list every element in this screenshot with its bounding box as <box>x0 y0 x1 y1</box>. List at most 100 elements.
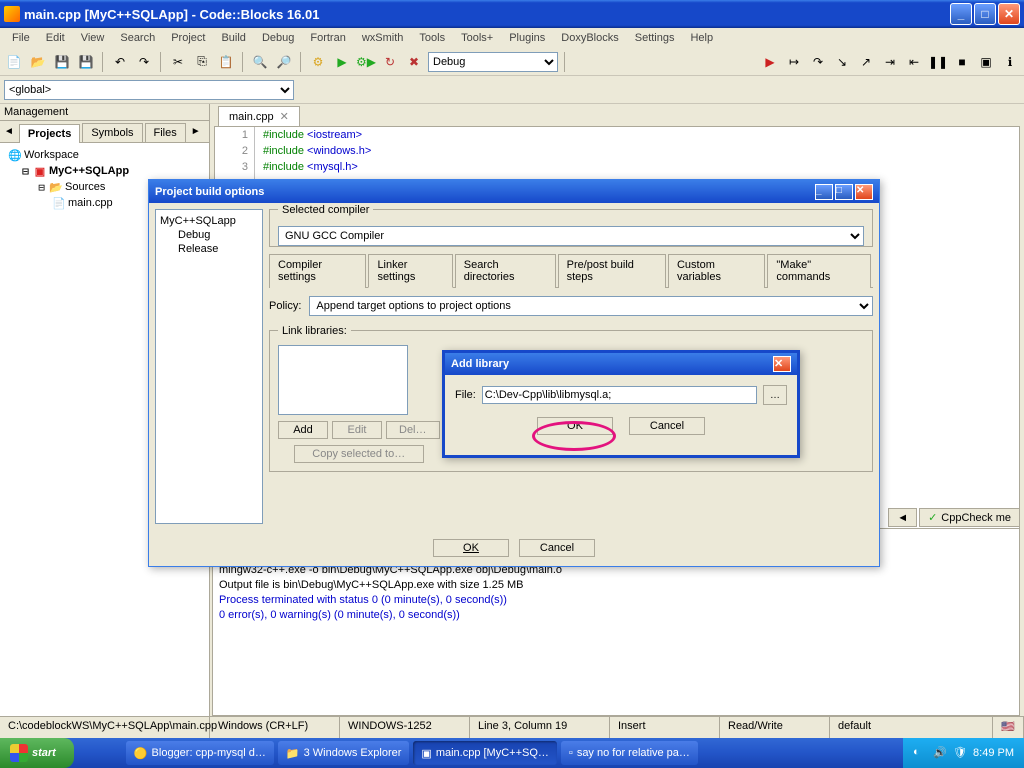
mgmt-tab-right-icon[interactable]: ► <box>187 124 205 139</box>
task-codeblocks[interactable]: ▣main.cpp [MyC++SQ… <box>413 741 557 765</box>
menu-project[interactable]: Project <box>163 30 213 46</box>
scope-select[interactable]: <global> <box>4 80 294 100</box>
addlib-ok-button[interactable]: OK <box>537 417 613 435</box>
menu-tools[interactable]: Tools <box>411 30 453 46</box>
menu-help[interactable]: Help <box>682 30 721 46</box>
menu-fortran[interactable]: Fortran <box>302 30 353 46</box>
menu-edit[interactable]: Edit <box>38 30 73 46</box>
task-blogger[interactable]: 🟡Blogger: cpp-mysql d… <box>126 741 274 765</box>
menu-wxsmith[interactable]: wxSmith <box>354 30 412 46</box>
debug-windows-icon[interactable]: ▣ <box>976 52 996 72</box>
task-dialog[interactable]: ▫say no for relative pa… <box>561 741 698 765</box>
find-icon[interactable]: 🔍 <box>250 52 270 72</box>
build-icon[interactable]: ⚙ <box>308 52 328 72</box>
tab-prepost[interactable]: Pre/post build steps <box>558 254 666 288</box>
redo-icon[interactable]: ↷ <box>134 52 154 72</box>
tab-search-dirs[interactable]: Search directories <box>455 254 556 288</box>
link-libraries-list[interactable] <box>278 345 408 415</box>
delete-button[interactable]: Del… <box>386 421 440 439</box>
tab-compiler-settings[interactable]: Compiler settings <box>269 254 366 288</box>
menu-doxyblocks[interactable]: DoxyBlocks <box>553 30 626 46</box>
tab-files[interactable]: Files <box>145 123 186 142</box>
stop-icon[interactable]: ■ <box>952 52 972 72</box>
ql-item[interactable] <box>100 743 120 763</box>
open-icon[interactable]: 📂 <box>28 52 48 72</box>
next-instr-icon[interactable]: ⇥ <box>880 52 900 72</box>
addlib-close-button[interactable]: ✕ <box>773 356 791 372</box>
menu-build[interactable]: Build <box>213 30 253 46</box>
tab-cppcheck[interactable]: ✓CppCheck me <box>919 508 1020 527</box>
tree-project[interactable]: MyC++SQLApp <box>49 165 129 177</box>
tree-root[interactable]: MyC++SQLapp <box>160 214 258 228</box>
menu-file[interactable]: File <box>4 30 38 46</box>
tree-file[interactable]: main.cpp <box>68 197 113 209</box>
dialog-minimize-button[interactable]: _ <box>815 184 833 200</box>
build-target-select[interactable]: Debug <box>428 52 558 72</box>
tree-release[interactable]: Release <box>160 242 258 256</box>
start-button[interactable]: start <box>0 738 74 768</box>
maximize-button[interactable]: □ <box>974 3 996 25</box>
menu-toolsplus[interactable]: Tools+ <box>453 30 501 46</box>
cut-icon[interactable]: ✂ <box>168 52 188 72</box>
replace-icon[interactable]: 🔎 <box>274 52 294 72</box>
add-button[interactable]: Add <box>278 421 328 439</box>
break-icon[interactable]: ❚❚ <box>928 52 948 72</box>
clock[interactable]: 8:49 PM <box>973 747 1014 759</box>
step-over-icon[interactable]: ↷ <box>808 52 828 72</box>
dialog-maximize-button[interactable]: □ <box>835 184 853 200</box>
info-icon[interactable]: ℹ <box>1000 52 1020 72</box>
copy-selected-button[interactable]: Copy selected to… <box>294 445 424 463</box>
task-explorer[interactable]: 📁3 Windows Explorer <box>278 741 410 765</box>
rebuild-icon[interactable]: ↻ <box>380 52 400 72</box>
file-input[interactable] <box>482 386 757 404</box>
tab-make-cmds[interactable]: "Make" commands <box>767 254 871 288</box>
new-file-icon[interactable]: 📄 <box>4 52 24 72</box>
flag-icon: 🇺🇸 <box>993 717 1024 738</box>
build-run-icon[interactable]: ⚙▶ <box>356 52 376 72</box>
step-into-icon[interactable]: ↘ <box>832 52 852 72</box>
save-icon[interactable]: 💾 <box>52 52 72 72</box>
system-tray[interactable]: ◐ 🔊 🛡 8:49 PM <box>903 738 1024 768</box>
debug-run-icon[interactable]: ▶ <box>760 52 780 72</box>
abort-icon[interactable]: ✖ <box>404 52 424 72</box>
tab-custom-vars[interactable]: Custom variables <box>668 254 765 288</box>
tray-icon[interactable]: 🛡 <box>953 746 967 760</box>
menu-settings[interactable]: Settings <box>627 30 683 46</box>
tab-projects[interactable]: Projects <box>19 124 80 143</box>
cancel-button[interactable]: Cancel <box>519 539 595 557</box>
policy-select[interactable]: Append target options to project options <box>309 296 873 316</box>
tree-debug[interactable]: Debug <box>160 228 258 242</box>
debug-line-icon[interactable]: ↦ <box>784 52 804 72</box>
step-instr-icon[interactable]: ⇤ <box>904 52 924 72</box>
copy-icon[interactable]: ⎘ <box>192 52 212 72</box>
ql-item[interactable] <box>78 743 98 763</box>
minimize-button[interactable]: _ <box>950 3 972 25</box>
menu-plugins[interactable]: Plugins <box>501 30 553 46</box>
dialog-close-button[interactable]: ✕ <box>855 184 873 200</box>
ok-button[interactable]: OK <box>433 539 509 557</box>
tab-linker-settings[interactable]: Linker settings <box>368 254 452 288</box>
edit-button[interactable]: Edit <box>332 421 382 439</box>
undo-icon[interactable]: ↶ <box>110 52 130 72</box>
close-tab-icon[interactable]: ✕ <box>280 110 289 123</box>
mgmt-tab-left-icon[interactable]: ◄ <box>0 124 18 139</box>
editor-tab-main[interactable]: main.cpp ✕ <box>218 106 300 126</box>
tab-left-arrow[interactable]: ◄ <box>888 508 917 527</box>
run-icon[interactable]: ▶ <box>332 52 352 72</box>
save-all-icon[interactable]: 💾 <box>76 52 96 72</box>
menu-view[interactable]: View <box>73 30 113 46</box>
browse-button[interactable]: … <box>763 385 787 405</box>
tray-icon[interactable]: ◐ <box>913 746 927 760</box>
tree-workspace[interactable]: Workspace <box>24 149 79 161</box>
build-target-tree[interactable]: MyC++SQLapp Debug Release <box>155 209 263 524</box>
tray-icon[interactable]: 🔊 <box>933 746 947 760</box>
paste-icon[interactable]: 📋 <box>216 52 236 72</box>
tree-sources[interactable]: Sources <box>65 181 105 193</box>
close-button[interactable]: ✕ <box>998 3 1020 25</box>
compiler-select[interactable]: GNU GCC Compiler <box>278 226 864 246</box>
tab-symbols[interactable]: Symbols <box>82 123 142 142</box>
addlib-cancel-button[interactable]: Cancel <box>629 417 705 435</box>
menu-debug[interactable]: Debug <box>254 30 302 46</box>
step-out-icon[interactable]: ↗ <box>856 52 876 72</box>
menu-search[interactable]: Search <box>112 30 163 46</box>
